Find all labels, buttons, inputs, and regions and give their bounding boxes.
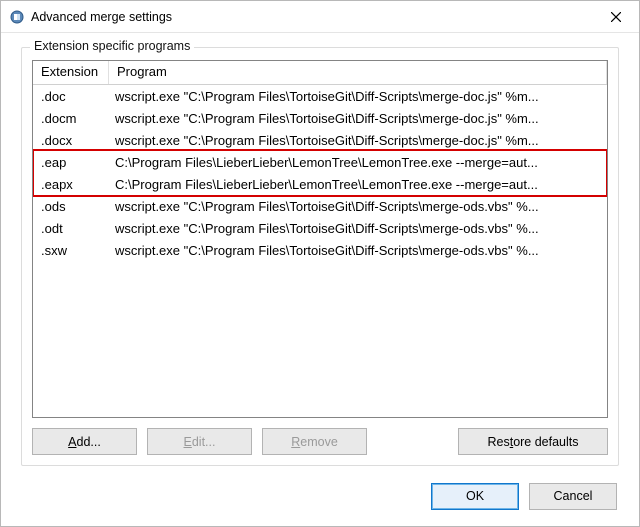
cell-extension: .doc — [33, 89, 109, 104]
list-body: .docwscript.exe "C:\Program Files\Tortoi… — [33, 85, 607, 417]
window-title: Advanced merge settings — [31, 10, 593, 24]
titlebar: Advanced merge settings — [1, 1, 639, 33]
group-button-row: Add... Edit... Remove Restore defaults — [32, 428, 608, 455]
dialog-window: Advanced merge settings Extension specif… — [0, 0, 640, 527]
dialog-footer: OK Cancel — [1, 476, 639, 526]
list-header: Extension Program — [33, 61, 607, 85]
client-area: Extension specific programs Extension Pr… — [1, 33, 639, 476]
remove-button: Remove — [262, 428, 367, 455]
table-row[interactable]: .docxwscript.exe "C:\Program Files\Torto… — [33, 129, 607, 151]
column-extension[interactable]: Extension — [33, 61, 109, 84]
cell-program: C:\Program Files\LieberLieber\LemonTree\… — [109, 155, 607, 170]
table-row[interactable]: .odswscript.exe "C:\Program Files\Tortoi… — [33, 195, 607, 217]
cell-extension: .odt — [33, 221, 109, 236]
cell-extension: .ods — [33, 199, 109, 214]
table-row[interactable]: .docwscript.exe "C:\Program Files\Tortoi… — [33, 85, 607, 107]
group-label: Extension specific programs — [30, 39, 194, 53]
extension-list[interactable]: Extension Program .docwscript.exe "C:\Pr… — [32, 60, 608, 418]
cell-program: wscript.exe "C:\Program Files\TortoiseGi… — [109, 199, 607, 214]
column-program[interactable]: Program — [109, 61, 607, 84]
cell-program: wscript.exe "C:\Program Files\TortoiseGi… — [109, 111, 607, 126]
cell-extension: .eap — [33, 155, 109, 170]
cell-program: wscript.exe "C:\Program Files\TortoiseGi… — [109, 221, 607, 236]
cell-extension: .sxw — [33, 243, 109, 258]
table-row[interactable]: .eapxC:\Program Files\LieberLieber\Lemon… — [33, 173, 607, 195]
edit-button: Edit... — [147, 428, 252, 455]
cell-program: wscript.exe "C:\Program Files\TortoiseGi… — [109, 89, 607, 104]
table-row[interactable]: .eapC:\Program Files\LieberLieber\LemonT… — [33, 151, 607, 173]
cell-extension: .docm — [33, 111, 109, 126]
cell-extension: .eapx — [33, 177, 109, 192]
cell-program: C:\Program Files\LieberLieber\LemonTree\… — [109, 177, 607, 192]
table-row[interactable]: .sxwwscript.exe "C:\Program Files\Tortoi… — [33, 239, 607, 261]
add-button[interactable]: Add... — [32, 428, 137, 455]
close-button[interactable] — [593, 1, 639, 33]
cell-program: wscript.exe "C:\Program Files\TortoiseGi… — [109, 243, 607, 258]
table-row[interactable]: .docmwscript.exe "C:\Program Files\Torto… — [33, 107, 607, 129]
table-row[interactable]: .odtwscript.exe "C:\Program Files\Tortoi… — [33, 217, 607, 239]
cell-extension: .docx — [33, 133, 109, 148]
app-icon — [9, 9, 25, 25]
extension-programs-group: Extension specific programs Extension Pr… — [21, 47, 619, 466]
cancel-button[interactable]: Cancel — [529, 483, 617, 510]
restore-defaults-button[interactable]: Restore defaults — [458, 428, 608, 455]
cell-program: wscript.exe "C:\Program Files\TortoiseGi… — [109, 133, 607, 148]
ok-button[interactable]: OK — [431, 483, 519, 510]
close-icon — [611, 12, 621, 22]
